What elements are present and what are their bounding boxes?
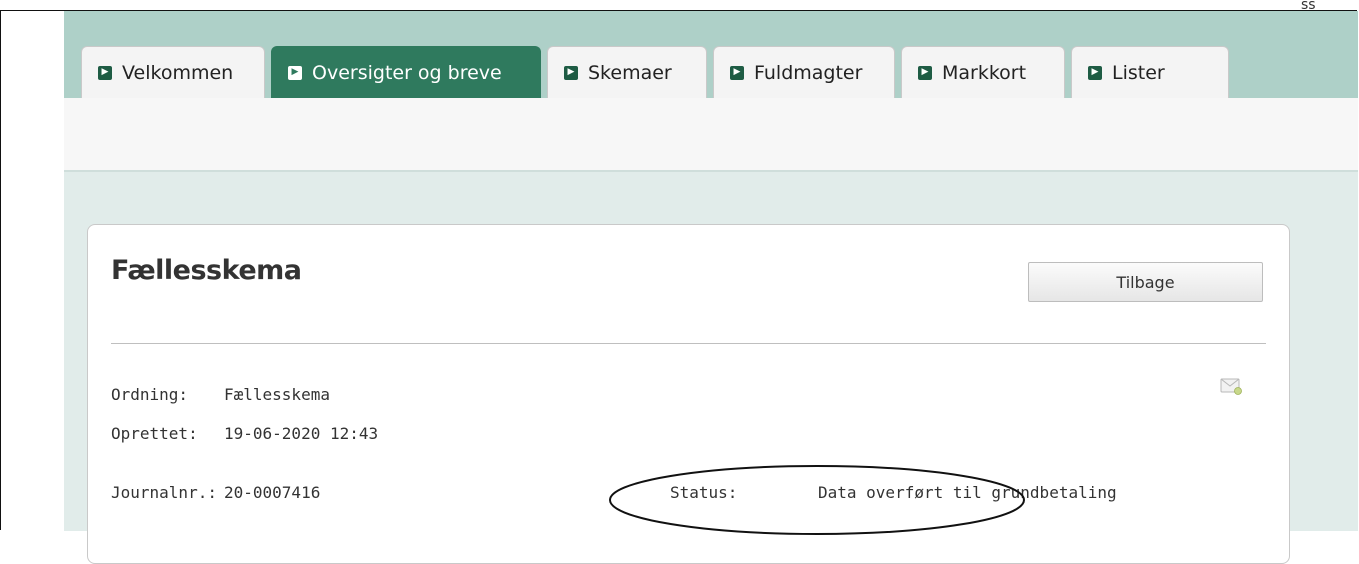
chevron-right-icon: ▶ bbox=[288, 65, 302, 80]
tab-skemaer[interactable]: ▶ Skemaer bbox=[547, 46, 707, 98]
journal-value: 20-0007416 bbox=[224, 483, 321, 502]
tab-label: Oversigter og breve bbox=[312, 61, 502, 84]
ordning-label: Ordning: bbox=[111, 385, 189, 404]
back-button[interactable]: Tilbage bbox=[1028, 262, 1263, 302]
tab-label: Fuldmagter bbox=[754, 61, 863, 84]
chevron-right-icon: ▶ bbox=[98, 65, 112, 80]
app-window: ss ▶ Velkommen ▶ Oversigter og breve ▶ S… bbox=[64, 0, 1358, 564]
ordning-value: Fællesskema bbox=[224, 385, 330, 404]
envelope-icon[interactable] bbox=[1220, 377, 1242, 395]
toolbar-strip bbox=[64, 98, 1358, 172]
chevron-right-icon: ▶ bbox=[730, 65, 744, 80]
divider bbox=[111, 343, 1266, 344]
tab-label: Markkort bbox=[942, 61, 1027, 84]
chevron-right-icon: ▶ bbox=[564, 65, 578, 80]
tab-lister[interactable]: ▶ Lister bbox=[1071, 46, 1229, 98]
tab-bar: ss ▶ Velkommen ▶ Oversigter og breve ▶ S… bbox=[64, 0, 1358, 98]
tab-fuldmagter[interactable]: ▶ Fuldmagter bbox=[713, 46, 895, 98]
tab-label: Skemaer bbox=[588, 61, 672, 84]
tab-label: Velkommen bbox=[122, 61, 234, 84]
tab-label: Lister bbox=[1112, 61, 1165, 84]
corner-text: ss bbox=[1301, 0, 1316, 13]
journal-label: Journalnr.: bbox=[111, 483, 217, 502]
chevron-right-icon: ▶ bbox=[1088, 65, 1102, 80]
status-highlight-ellipse bbox=[609, 465, 1025, 535]
tab-markkort[interactable]: ▶ Markkort bbox=[901, 46, 1065, 98]
oprettet-value: 19-06-2020 12:43 bbox=[224, 424, 379, 443]
chevron-right-icon: ▶ bbox=[918, 65, 932, 80]
oprettet-label: Oprettet: bbox=[111, 424, 198, 443]
screenshot-frame: ss ▶ Velkommen ▶ Oversigter og breve ▶ S… bbox=[0, 0, 1358, 564]
tab-velkommen[interactable]: ▶ Velkommen bbox=[81, 46, 265, 98]
tab-oversigter-og-breve[interactable]: ▶ Oversigter og breve bbox=[271, 46, 541, 98]
page-title: Fællesskema bbox=[111, 255, 302, 286]
